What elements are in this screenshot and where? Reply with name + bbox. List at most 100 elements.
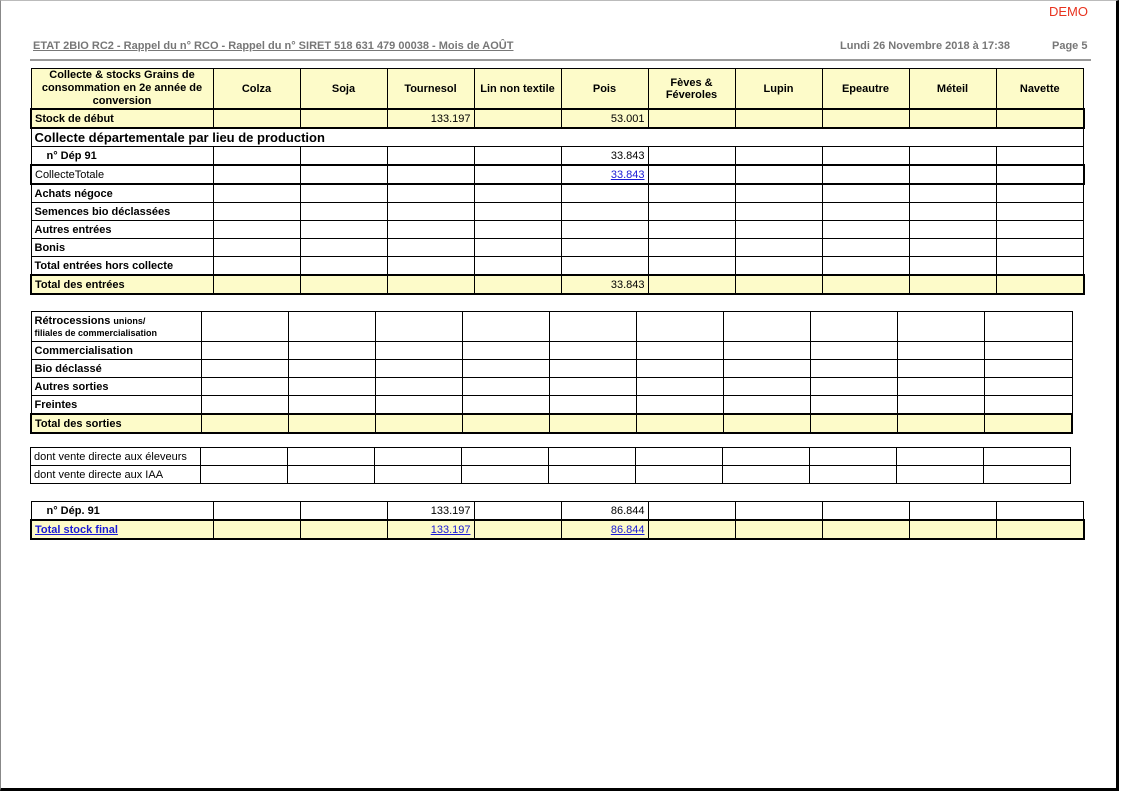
- row-freintes: Freintes: [30, 395, 1073, 415]
- stock-table-sorties: Rétrocessions unions/ filiales de commer…: [30, 311, 1073, 434]
- cell-lin-non-textile: [473, 238, 562, 257]
- cell-tournesol: [386, 256, 475, 276]
- cell-lupin: [734, 256, 823, 276]
- cell-lupin: [723, 377, 811, 396]
- cell-navette: [984, 413, 1073, 434]
- cell-navette: [995, 519, 1085, 540]
- cell-lin-non-textile: [462, 359, 550, 378]
- row-vente-eleveurs: dont vente directe aux éleveurs: [30, 447, 1071, 466]
- cell-epeautre: [821, 238, 910, 257]
- cell-f-ves-f-veroles: [636, 377, 724, 396]
- cell-navette: [983, 447, 1071, 466]
- cell-pois: [549, 359, 637, 378]
- cell-pois: [549, 413, 637, 434]
- cell-m-teil: [908, 183, 997, 203]
- cell-pois: [560, 256, 649, 276]
- cell-colza: [201, 341, 289, 360]
- cell-colza: [201, 413, 289, 434]
- cell-tournesol: [386, 274, 475, 295]
- col-header-meteil: Méteil: [908, 68, 997, 110]
- cell-f-ves-f-veroles: [647, 164, 736, 185]
- row-label: Bio déclassé: [30, 359, 202, 378]
- row-collecte-totale: CollecteTotale 33.843: [30, 164, 1085, 185]
- cell-epeautre: [810, 359, 898, 378]
- section-title: Collecte départementale par lieu de prod…: [30, 127, 1084, 147]
- cell-soja: [299, 256, 388, 276]
- cell-soja: [299, 164, 388, 185]
- row-label: dont vente directe aux IAA: [30, 465, 201, 484]
- cell-pois[interactable]: 86.844: [560, 519, 649, 540]
- cell-tournesol[interactable]: 133.197: [386, 519, 475, 540]
- cell-epeautre: [810, 395, 898, 415]
- row-label: Total des sorties: [30, 413, 202, 434]
- cell-tournesol: 133.197: [386, 108, 475, 129]
- row-label[interactable]: Total stock final: [30, 519, 214, 540]
- cell-tournesol: [375, 377, 463, 396]
- cell-m-teil: [896, 465, 984, 484]
- cell-lupin: [723, 359, 811, 378]
- cell-f-ves-f-veroles: [647, 238, 736, 257]
- cell-lupin: [734, 202, 823, 221]
- row-label: Total des entrées: [30, 274, 214, 295]
- cell-lin-non-textile: [473, 274, 562, 295]
- row-achats-negoce: Achats négoce: [30, 183, 1084, 203]
- cell-f-ves-f-veroles: [647, 501, 736, 521]
- cell-epeautre: [821, 202, 910, 221]
- cell-epeautre: [821, 274, 910, 295]
- cell-lin-non-textile: [473, 202, 562, 221]
- report-date: Lundi 26 Novembre 2018 à 17:38: [840, 40, 1010, 52]
- cell-lin-non-textile: [461, 447, 549, 466]
- cell-f-ves-f-veroles: [647, 146, 736, 166]
- cell-m-teil: [908, 108, 997, 129]
- cell-colza: [212, 183, 301, 203]
- row-label: n° Dép. 91: [30, 501, 214, 521]
- cell-navette: [995, 183, 1084, 203]
- cell-colza: [212, 202, 301, 221]
- cell-lupin: [734, 220, 823, 239]
- cell-m-teil: [908, 256, 997, 276]
- cell-f-ves-f-veroles: [647, 183, 736, 203]
- row-bio-declasse: Bio déclassé: [30, 359, 1073, 378]
- cell-lupin: [723, 341, 811, 360]
- cell-tournesol: [386, 183, 475, 203]
- cell-colza: [212, 146, 301, 166]
- cell-colza: [201, 359, 289, 378]
- cell-epeautre: [809, 465, 897, 484]
- cell-navette: [984, 341, 1073, 360]
- cell-soja: [287, 465, 375, 484]
- retro-sub1: unions/: [113, 315, 146, 326]
- cell-soja: [288, 395, 376, 415]
- cell-soja: [299, 220, 388, 239]
- cell-colza: [212, 220, 301, 239]
- cell-lin-non-textile: [473, 183, 562, 203]
- row-label: Autres sorties: [30, 377, 202, 396]
- header-divider: [30, 59, 1091, 61]
- row-label: Achats négoce: [30, 183, 214, 203]
- row-label: dont vente directe aux éleveurs: [30, 447, 201, 466]
- cell-m-teil: [908, 274, 997, 295]
- cell-lin-non-textile: [473, 164, 562, 185]
- cell-soja: [299, 238, 388, 257]
- cell-navette: [995, 501, 1084, 521]
- cell-m-teil: [897, 359, 985, 378]
- cell-pois: 33.843: [560, 146, 649, 166]
- cell-m-teil: [908, 238, 997, 257]
- row-dep-91: n° Dép 91 33.843: [30, 146, 1084, 166]
- cell-epeautre: [821, 183, 910, 203]
- row-commercialisation: Commercialisation: [30, 341, 1073, 360]
- cell-pois: [560, 202, 649, 221]
- stock-table-final: n° Dép. 91 133.197 86.844 Total stock fina…: [30, 501, 1085, 540]
- cell-lupin: [734, 501, 823, 521]
- cell-f-ves-f-veroles: [647, 108, 736, 129]
- row-label: Stock de début: [30, 108, 214, 129]
- cell-lupin: [722, 447, 810, 466]
- row-label: n° Dép 91: [30, 146, 214, 166]
- cell-lin-non-textile: [473, 519, 562, 540]
- cell-m-teil: [908, 202, 997, 221]
- row-total-hors-collecte: Total entrées hors collecte: [30, 256, 1084, 276]
- cell-m-teil: [908, 519, 997, 540]
- cell-pois[interactable]: 33.843: [560, 164, 649, 185]
- row-label: Freintes: [30, 395, 202, 415]
- cell-tournesol: [386, 202, 475, 221]
- cell-m-teil: [897, 377, 985, 396]
